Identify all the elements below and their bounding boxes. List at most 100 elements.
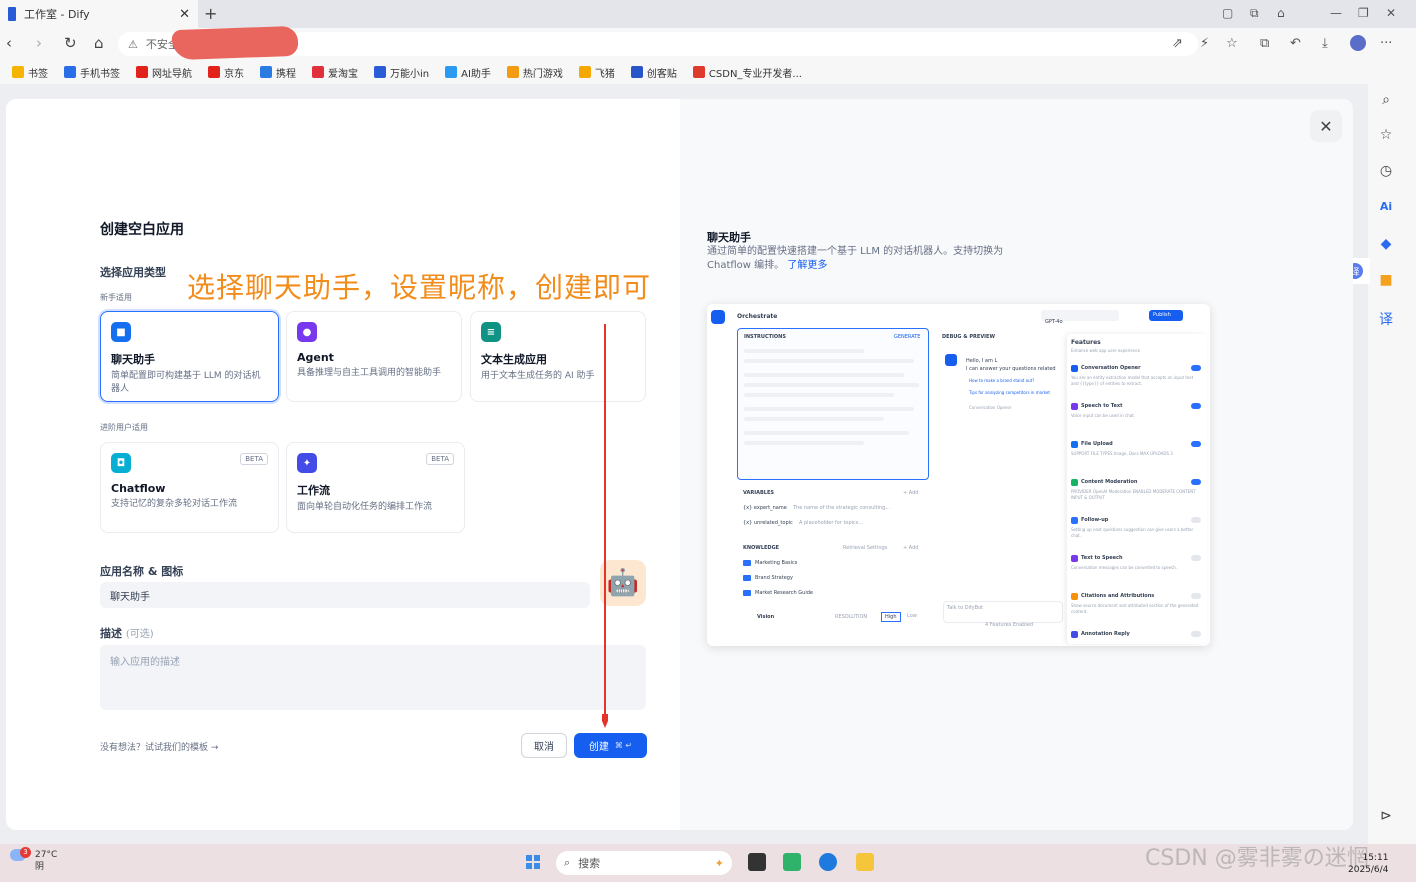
bookmark-icon — [64, 66, 76, 78]
debug-label: DEBUG & PREVIEW — [942, 334, 995, 340]
extensions-icon[interactable]: ⌂ — [1277, 6, 1285, 20]
search-icon: ⌕ — [564, 856, 571, 869]
var2-name: {x} unrelated_topic — [743, 520, 793, 526]
bookmark-item[interactable]: 手机书签 — [58, 65, 126, 80]
bookmark-item[interactable]: 爱淘宝 — [306, 65, 364, 80]
feature-item: Text to Speech Conversation messages can… — [1071, 554, 1203, 588]
app-name-input[interactable]: 聊天助手 — [100, 582, 590, 608]
app-type-card[interactable]: ◘ Chatflow 支持记忆的复杂多轮对话工作流 BETA — [100, 442, 279, 533]
start-icon[interactable] — [524, 853, 542, 871]
bookmark-item[interactable]: 热门游戏 — [501, 65, 569, 80]
weather-temp: 27°C — [35, 850, 58, 860]
conv-opener-note: Conversation Opener — [969, 405, 1012, 410]
app-type-icon: ● — [297, 322, 317, 342]
bookmark-item[interactable]: 京东 — [202, 65, 250, 80]
app-type-desc: 用于文本生成任务的 AI 助手 — [481, 371, 595, 381]
system-clock[interactable]: 15:11 2025/6/4 — [1348, 852, 1388, 876]
edge-browser-icon[interactable] — [819, 853, 837, 871]
terminal-app-icon[interactable] — [783, 853, 801, 871]
more-menu-icon[interactable]: ··· — [1380, 36, 1392, 51]
feature-name: Follow-up — [1081, 517, 1109, 523]
bookmark-label: 京东 — [224, 68, 244, 80]
generate-label: GENERATE — [894, 334, 921, 340]
bookmark-item[interactable]: 书签 — [6, 65, 54, 80]
feature-item: Citations and Attributions Show source d… — [1071, 592, 1203, 626]
favorite-star-icon[interactable]: ☆ — [1226, 36, 1238, 51]
create-button[interactable]: 创建 ⌘ ↵ — [574, 733, 647, 758]
side-star-icon[interactable]: ☆ — [1378, 127, 1394, 143]
side-collapse-icon[interactable]: ⊳ — [1378, 808, 1394, 824]
bookmark-icon — [374, 66, 386, 78]
download-icon[interactable]: ⤓ — [1322, 36, 1328, 51]
bookmark-item[interactable]: 携程 — [254, 65, 302, 80]
feature-desc: SUPPORT FILE TYPES Image, Docs MAX UPLOA… — [1071, 451, 1173, 456]
side-bag-icon[interactable]: ■ — [1378, 272, 1394, 288]
feature-item: Speech to Text Voice input can be used i… — [1071, 402, 1203, 436]
side-search-icon[interactable]: ⌕ — [1378, 92, 1394, 108]
reload-icon[interactable]: ↻ — [64, 34, 77, 52]
learn-more-link[interactable]: 了解更多 — [787, 260, 827, 271]
bookmark-icon — [506, 66, 519, 78]
features-subtitle: Enhance web app user experience — [1071, 348, 1141, 353]
advanced-label: 进阶用户适用 — [100, 423, 148, 432]
history-icon[interactable]: ↶ — [1290, 36, 1301, 51]
feature-desc: You are an entity extraction model that … — [1071, 375, 1194, 386]
app-type-card[interactable]: ✦ 工作流 面向单轮自动化任务的编排工作流 BETA — [286, 442, 465, 533]
bot-hello2: I can answer your questions related — [966, 366, 1056, 372]
tab-actions-icon[interactable]: ▢ — [1222, 6, 1233, 20]
minimize-icon[interactable]: — — [1330, 6, 1342, 20]
bookmark-item[interactable]: 飞猪 — [573, 65, 621, 80]
bookmark-item[interactable]: 万能小in — [368, 65, 435, 80]
app-type-desc: 面向单轮自动化任务的编排工作流 — [297, 502, 433, 512]
app-type-card[interactable]: ≡ 文本生成应用 用于文本生成任务的 AI 助手 — [470, 311, 646, 402]
app-type-name: 聊天助手 — [111, 353, 155, 366]
app-type-card[interactable]: ■ 聊天助手 简单配置即可构建基于 LLM 的对话机器人 — [100, 311, 279, 402]
file-explorer-icon[interactable] — [856, 853, 874, 871]
bookmark-item[interactable]: 网址导航 — [130, 65, 198, 80]
template-link[interactable]: 没有想法？试试我们的模板 → — [100, 740, 218, 753]
description-textarea[interactable]: 输入应用的描述 — [100, 645, 646, 710]
dialog-close-button[interactable]: ✕ — [1310, 110, 1342, 142]
variables-label: VARIABLES — [743, 490, 774, 496]
taskbar-search[interactable]: ⌕ 搜索 ✦ — [556, 851, 732, 875]
browser-tab[interactable]: 工作室 - Dify ✕ — [0, 0, 198, 28]
features-title: Features — [1071, 339, 1101, 346]
app-type-name: Agent — [297, 351, 334, 364]
dify-favicon-icon — [8, 7, 16, 21]
maximize-icon[interactable]: ❐ — [1358, 6, 1369, 20]
bookmark-item[interactable]: AI助手 — [439, 65, 497, 80]
back-icon[interactable]: ‹ — [6, 34, 12, 52]
side-game-icon[interactable]: ◆ — [1378, 236, 1394, 252]
instructions-label: INSTRUCTIONS — [744, 334, 786, 340]
var1-desc: The name of the strategic consulting... — [793, 505, 891, 511]
cancel-button[interactable]: 取消 — [521, 733, 567, 758]
split-screen-icon[interactable]: ⧉ — [1260, 36, 1269, 51]
profile-avatar[interactable] — [1350, 35, 1366, 51]
copilot-icon[interactable]: ⧉ — [1250, 6, 1259, 21]
app-type-card[interactable]: ● Agent 具备推理与自主工具调用的智能助手 — [286, 311, 462, 402]
window-close-icon[interactable]: ✕ — [1386, 6, 1396, 20]
description-label: 描述 (可选) — [100, 627, 154, 640]
side-clock-icon[interactable]: ◷ — [1378, 163, 1394, 179]
speed-icon[interactable]: ⚡ — [1200, 36, 1209, 51]
forward-icon[interactable]: › — [36, 34, 42, 52]
arrow-right-icon: → — [210, 743, 219, 753]
bookmark-label: 创客贴 — [646, 68, 677, 80]
retrieval-settings: Retrieval Settings — [843, 545, 888, 551]
weather-badge: 3 — [20, 847, 31, 858]
new-tab-icon[interactable]: + — [204, 4, 217, 23]
variables-add: + Add — [903, 490, 919, 496]
feature-desc: PROVIDER OpenAI Moderation ENABLED MODER… — [1071, 489, 1196, 500]
home-icon[interactable]: ⌂ — [94, 34, 104, 52]
bookmark-item[interactable]: CSDN_专业开发者... — [687, 65, 808, 80]
side-ai-icon[interactable]: Ai — [1378, 200, 1394, 213]
task-view-icon[interactable] — [748, 853, 766, 871]
read-aloud-icon[interactable]: ⇗ — [1172, 36, 1183, 51]
side-translate-icon[interactable]: 译 — [1378, 309, 1394, 329]
feature-name: Text to Speech — [1081, 555, 1123, 561]
weather-widget[interactable]: 3 27°C 阴 — [10, 847, 57, 872]
tab-title: 工作室 - Dify — [24, 8, 90, 21]
tab-close-icon[interactable]: ✕ — [179, 7, 190, 22]
feature-toggle — [1191, 441, 1201, 447]
bookmark-item[interactable]: 创客贴 — [625, 65, 683, 80]
